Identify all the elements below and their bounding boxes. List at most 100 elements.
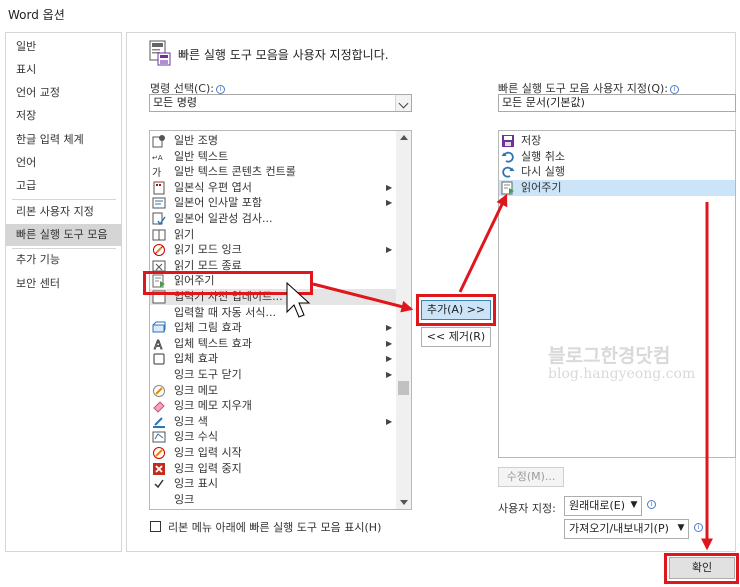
ink-icon [152,493,166,507]
nav-item-add-ins[interactable]: 추가 기능 [6,249,121,271]
command-list-item[interactable]: 잉크 [150,492,397,508]
3d-effect-icon [152,352,166,366]
toolbar-list-item[interactable]: 실행 취소 [499,149,735,165]
modify-button[interactable]: 수정(M)... [498,467,564,487]
3d-text-icon: A [152,337,166,352]
toolbar-list-item-label: 다시 실행 [521,165,565,179]
command-list-item[interactable]: 일반 조명 [150,133,397,149]
submenu-arrow-icon: ▶ [386,323,393,333]
submenu-arrow-icon: ▶ [386,370,393,379]
commands-list-scrollbar[interactable] [396,131,411,509]
command-list-item-label: 입력할 때 자동 서식... [174,305,276,319]
command-list-item[interactable]: 일본식 우편 엽서 ▶ [150,180,397,196]
read-mode-ink-icon [152,243,166,257]
toolbar-list-item[interactable]: 저장 [499,133,735,149]
dropdown-arrow-icon: ▼ [677,523,685,533]
options-nav: 일반 표시 언어 교정 저장 한글 입력 체계 언어 고급 리본 사용자 지정 … [5,32,122,552]
toolbar-items-list[interactable]: 저장실행 취소다시 실행 읽어주기 [498,130,736,458]
command-list-item[interactable]: 잉크 입력 중지 [150,461,397,477]
eraser-icon [152,399,166,413]
command-list-item[interactable]: 입체 그림 효과 ▶ [150,320,397,336]
ink-show-icon [152,477,166,491]
info-icon: i [670,85,679,94]
plain-text-icon: ↵A [152,150,166,164]
command-list-item[interactable]: ↵A 일반 텍스트 [150,149,397,165]
toolbar-list-item[interactable]: 다시 실행 [499,164,735,180]
command-list-item-label: 잉크 메모 지우개 [174,399,252,413]
read-aloud-icon [501,181,515,195]
command-list-item-label: 일본어 일관성 검사... [174,212,273,225]
command-list-item[interactable]: 잉크 수식 [150,429,397,445]
nav-item-display[interactable]: 표시 [6,59,121,81]
toolbar-customize-icon [149,40,171,66]
command-list-item[interactable]: A 입체 텍스트 효과 ▶ [150,336,397,352]
show-below-ribbon-checkbox[interactable] [150,521,161,532]
nav-item-language[interactable]: 언어 [6,152,121,174]
command-list-item[interactable]: 일본어 일관성 검사... [150,211,397,227]
command-list-item[interactable]: 잉크 표시 [150,476,397,492]
dropdown-arrow-icon: ▼ [630,500,638,510]
command-list-item[interactable]: 잉크 메모 [150,383,397,399]
3d-picture-icon [152,321,166,335]
toolbar-list-item-label: 실행 취소 [521,149,565,163]
nav-item-general[interactable]: 일반 [6,36,121,58]
command-list-item[interactable]: 입력할 때 자동 서식... [150,305,397,321]
command-list-item[interactable]: 읽기 [150,227,397,243]
nav-item-proofing[interactable]: 언어 교정 [6,82,121,104]
info-icon: i [694,523,703,532]
nav-item-trust-center[interactable]: 보안 센터 [6,273,121,295]
nav-item-hangul-input[interactable]: 한글 입력 체계 [6,129,121,151]
choose-commands-dropdown[interactable]: 모든 명령 [149,94,412,112]
ink-start-icon [152,446,166,460]
command-list-item-label: 입체 그림 효과 [174,321,242,335]
customize-toolbar-dropdown[interactable]: 모든 문서(기본값) [498,94,736,112]
scroll-up-icon[interactable] [400,135,408,140]
info-icon: i [215,85,225,94]
autoformat-icon [152,306,166,320]
command-list-item-label: 잉크 [174,492,195,506]
svg-text:↵A: ↵A [152,154,163,162]
commands-list[interactable]: 일반 조명 ↵A 일반 텍스트 가 일반 텍스트 콘텐츠 컨트롤 일본식 우편 엽서 ▶ 일본… [149,130,412,510]
nav-item-advanced[interactable]: 고급 [6,175,121,197]
import-export-dropdown[interactable]: 가져오기/내보내기(P) ▼ [564,519,689,539]
content-control-icon: 가 [152,165,166,179]
nav-item-customize-ribbon[interactable]: 리본 사용자 지정 [6,201,121,223]
command-list-item[interactable]: 읽기 모드 잉크 ▶ [150,242,397,258]
toolbar-list-item[interactable]: 읽어주기 [499,179,735,196]
watermark-text: 블로그한경닷컴 [548,345,671,367]
command-list-item-label: 잉크 입력 중지 [174,461,242,475]
command-list-item[interactable]: 잉크 색 ▶ [150,414,397,430]
page-title: 빠른 실행 도구 모음을 사용자 지정합니다. [178,48,389,62]
remove-button[interactable]: << 제거(R) [421,327,491,347]
ink-color-icon [152,415,166,429]
watermark-url: blog.hangyeong.com [548,366,696,382]
greeting-icon [152,196,166,210]
command-list-item[interactable]: 잉크 메모 지우개 [150,398,397,414]
command-list-item[interactable]: 가 일반 텍스트 콘텐츠 컨트롤 [150,164,397,180]
customize-label: 사용자 지정: [498,502,556,515]
command-list-item[interactable]: 잉크 도구 닫기 ▶ [150,367,397,383]
command-list-item-label: 일본식 우편 엽서 [174,180,252,194]
nav-item-save[interactable]: 저장 [6,105,121,127]
submenu-arrow-icon: ▶ [386,354,393,364]
command-list-item-label: 읽기 [174,227,195,241]
command-list-item[interactable]: 일본어 인사말 포함 ▶ [150,195,397,211]
command-list-item[interactable]: 입체 효과 ▶ [150,351,397,367]
undo-icon [501,150,515,164]
command-list-item-label: 잉크 도구 닫기 [174,368,242,381]
highlight-box-read-aloud [143,271,313,295]
reset-dropdown[interactable]: 원래대로(E) ▼ [564,496,642,516]
toolbar-list-item-label: 저장 [521,134,542,147]
window-title: Word 옵션 [8,8,65,22]
nav-item-quick-access-toolbar[interactable]: 빠른 실행 도구 모음 [6,224,121,246]
ink-equation-icon [152,430,166,444]
command-list-item-label: 잉크 표시 [174,477,218,491]
scrollbar-thumb[interactable] [398,381,409,395]
close-ink-icon [152,368,166,382]
scroll-down-icon[interactable] [400,500,408,505]
ink-stop-icon [152,462,166,476]
command-list-item[interactable]: 잉크 입력 시작 [150,445,397,461]
command-list-item-label: 잉크 색 [174,414,208,428]
chevron-down-icon [395,95,411,111]
command-list-item-label: 잉크 입력 시작 [174,446,242,459]
